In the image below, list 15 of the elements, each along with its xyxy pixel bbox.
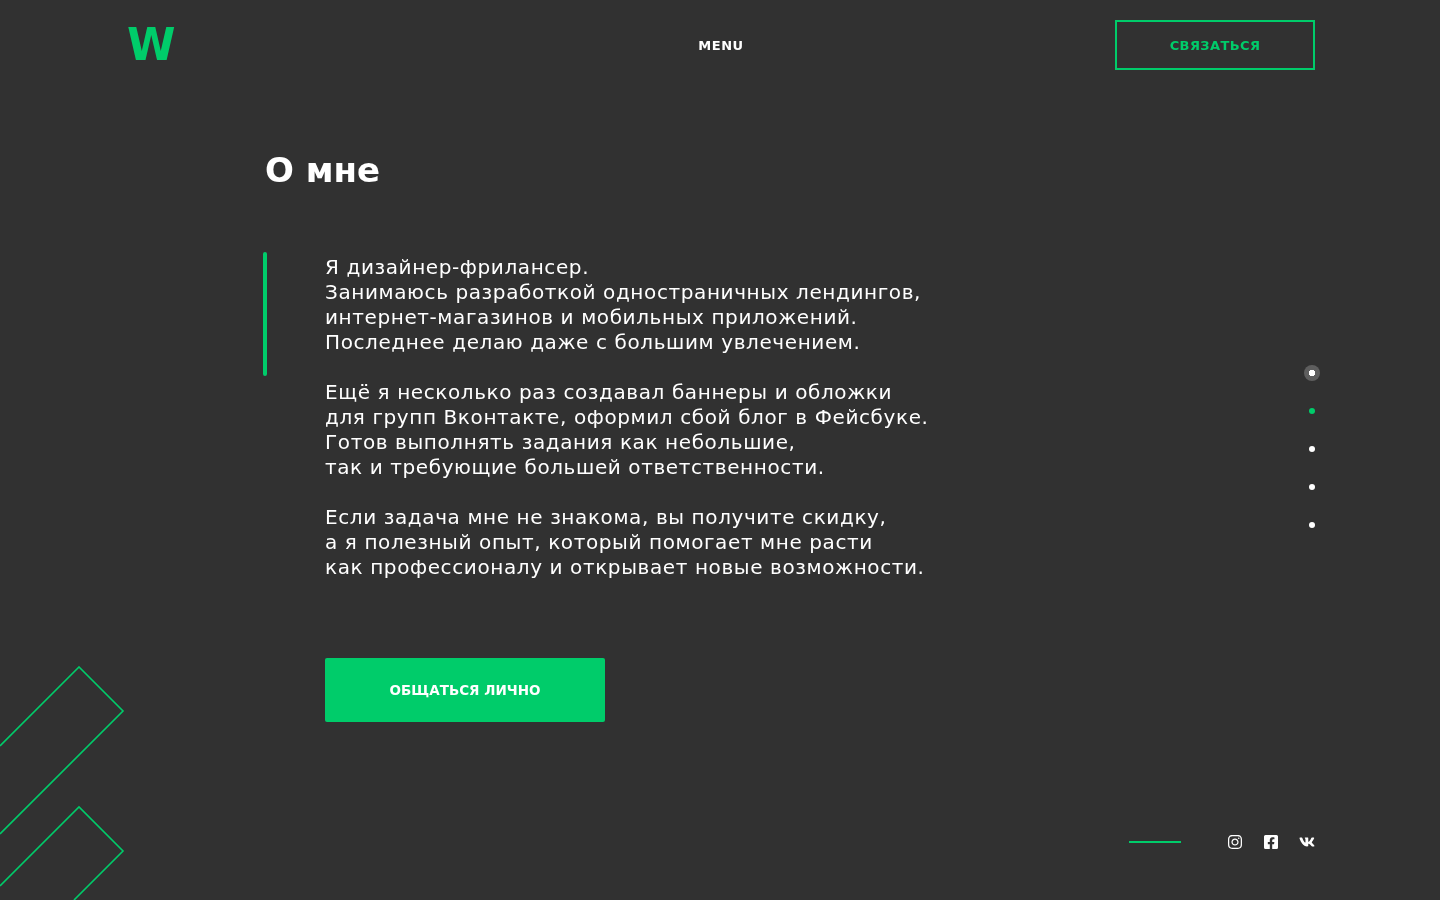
nav-dot[interactable]: [1309, 446, 1315, 452]
paragraph: Если задача мне не знакома, вы получите скидку, а я полезный опыт, который помогает мне расти как профессионалу и открывает новые возможности.: [325, 504, 925, 581]
instagram-icon[interactable]: [1227, 834, 1243, 850]
nav-dot[interactable]: [1309, 522, 1315, 528]
paragraph: Я дизайнер-фрилансер. Занимаюсь разработкой одностраничных лендингов, интернет-магазинов и мобильных приложений. Последнее делаю даже с большим увлечением.: [325, 254, 921, 356]
nav-dot[interactable]: [1304, 365, 1320, 381]
logo[interactable]: W: [127, 23, 176, 67]
contact-button[interactable]: СВЯЗАТЬСЯ: [1115, 20, 1315, 70]
nav-dot[interactable]: [1309, 408, 1315, 414]
facebook-icon[interactable]: [1263, 834, 1279, 850]
menu-link[interactable]: MENU: [698, 37, 744, 53]
paragraph: Ещё я несколько раз создавал баннеры и обложки для групп Вконтакте, оформил сбой блог в Фейсбуке. Готов выполнять задания как небольшие, так и требующие большей ответственности.: [325, 379, 929, 481]
section-title: О мне: [265, 150, 381, 190]
accent-line: [1129, 841, 1181, 843]
nav-dot[interactable]: [1309, 484, 1315, 490]
